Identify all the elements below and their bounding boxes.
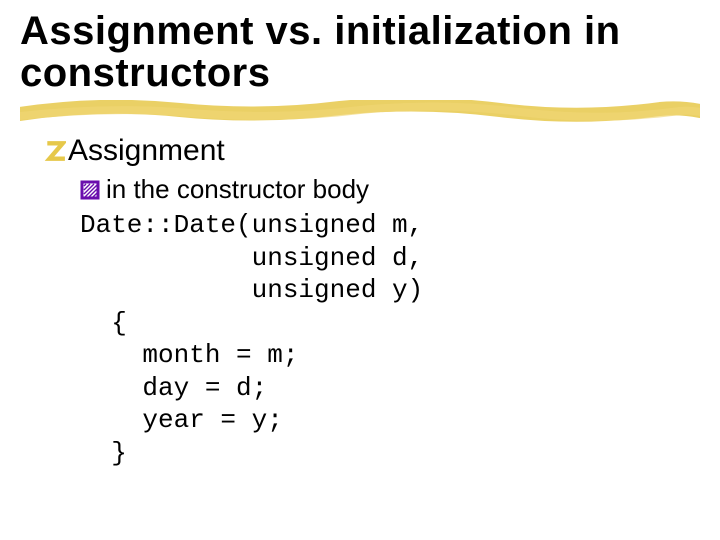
title-wrap: Assignment vs. initialization in constru… (20, 10, 700, 94)
bullet-level-2: in the constructor body (80, 174, 700, 205)
slide-content: Assignment in the constructor body Date:… (20, 134, 700, 469)
bullet-1-text: Assignment (68, 134, 225, 168)
slide-title: Assignment vs. initialization in constru… (20, 10, 700, 94)
slide: Assignment vs. initialization in constru… (0, 0, 720, 540)
z-bullet-icon (44, 140, 66, 162)
title-underline (20, 100, 700, 122)
bullet-2-text: in the constructor body (106, 174, 369, 205)
bullet-level-1: Assignment (44, 134, 700, 168)
box-bullet-icon (80, 180, 100, 200)
code-block: Date::Date(unsigned m, unsigned d, unsig… (80, 209, 700, 469)
